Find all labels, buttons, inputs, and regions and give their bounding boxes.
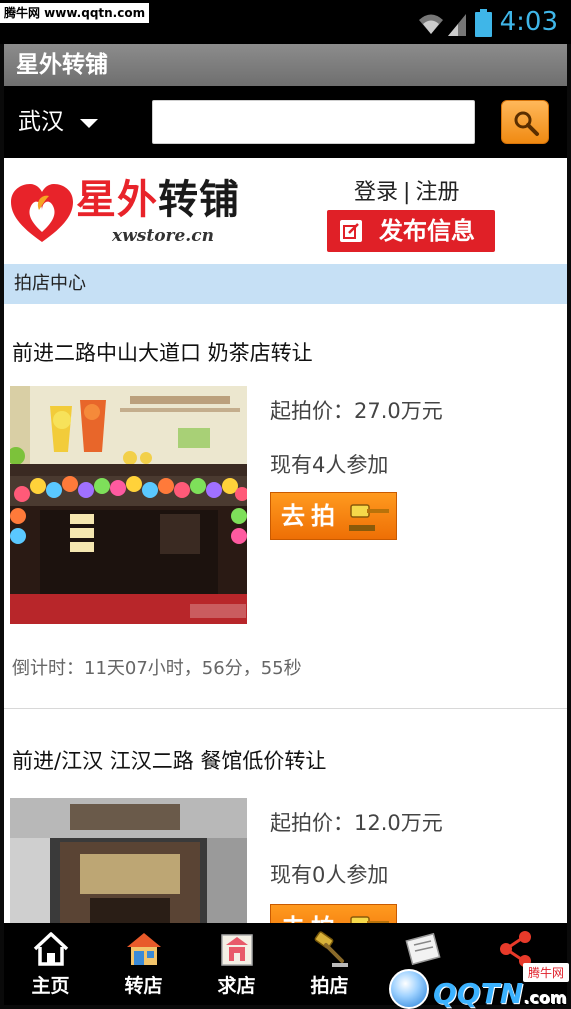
- watermark-brand-name: QQTN: [433, 977, 524, 1009]
- listing-participants: 现有4人参加: [270, 453, 389, 477]
- register-link[interactable]: 注册: [415, 180, 459, 205]
- wifi-icon: [419, 14, 443, 34]
- brand-header: 星外转铺 xwstore.cn 登录 | 注册 发布信息: [4, 158, 567, 264]
- watermark-suffix: .com: [523, 988, 567, 1007]
- listing-image[interactable]: [10, 798, 247, 923]
- nav-item-seek[interactable]: 求店: [190, 923, 283, 1005]
- main-content: 星外转铺 xwstore.cn 登录 | 注册 发布信息 拍店中心 前进二路中山大道…: [4, 158, 567, 923]
- watermark-bottom: 腾牛网 QQTN.com: [389, 963, 569, 1009]
- gavel-icon: [350, 916, 389, 923]
- bid-label: 去拍: [281, 911, 341, 923]
- listing-item[interactable]: 前进二路中山大道口 奶茶店转让 起拍价：27.0万元 现有4人参加 去拍 倒计时…: [4, 304, 567, 709]
- edit-icon: [340, 220, 362, 242]
- auth-links: 登录 | 注册: [354, 178, 459, 208]
- app-title: 星外转铺: [16, 52, 108, 78]
- watermark-brand: QQTN.com: [433, 979, 566, 1009]
- listing-price: 起拍价：27.0万元: [270, 399, 443, 423]
- dropdown-arrow-icon[interactable]: [80, 119, 98, 128]
- search-input[interactable]: [152, 100, 475, 144]
- listing-price: 起拍价：12.0万元: [270, 811, 443, 835]
- logo-name-dark: 转铺: [158, 177, 240, 223]
- nav-label: 主页: [31, 975, 70, 997]
- signal-icon: [448, 14, 466, 36]
- globe-logo-icon: [389, 969, 429, 1009]
- nav-label: 转店: [124, 975, 163, 997]
- listing-item[interactable]: 前进/江汉 江汉二路 餐馆低价转让 起拍价：12.0万元 现有0人参加 去拍: [4, 710, 567, 923]
- watermark-top: 腾牛网 www.qqtn.com: [0, 3, 150, 23]
- login-link[interactable]: 登录: [354, 180, 398, 205]
- app-titlebar: 星外转铺: [4, 44, 567, 86]
- publish-label: 发布信息: [379, 217, 475, 245]
- listing-title[interactable]: 前进二路中山大道口 奶茶店转让: [12, 338, 313, 368]
- countdown-timer: 倒计时：11天07小时，56分，55秒: [12, 658, 302, 679]
- bid-button[interactable]: 去拍: [270, 492, 397, 540]
- search-button[interactable]: [501, 100, 549, 144]
- gavel-icon: [314, 931, 348, 967]
- logo-icon: [11, 184, 73, 242]
- battery-icon: [475, 9, 492, 37]
- logo-name-red: 星外: [76, 177, 158, 223]
- status-time: 4:03: [499, 7, 558, 37]
- nav-item-home[interactable]: 主页: [4, 923, 97, 1005]
- listing-participants: 现有0人参加: [270, 863, 389, 887]
- publish-button[interactable]: 发布信息: [327, 210, 495, 252]
- gavel-icon: [349, 504, 389, 531]
- section-header: 拍店中心: [4, 264, 567, 304]
- listing-title[interactable]: 前进/江汉 江汉二路 餐馆低价转让: [12, 746, 326, 776]
- logo-name: 星外转铺: [76, 176, 240, 224]
- shop-transfer-icon: [127, 933, 161, 965]
- home-icon: [33, 932, 69, 966]
- listing-image[interactable]: [10, 386, 247, 624]
- search-bar: 武汉: [4, 86, 567, 158]
- nav-item-transfer[interactable]: 转店: [97, 923, 190, 1005]
- search-icon: [514, 111, 539, 136]
- nav-label: 求店: [217, 975, 256, 997]
- section-title: 拍店中心: [14, 273, 86, 294]
- nav-label: 拍店: [310, 975, 349, 997]
- logo-url: xwstore.cn: [112, 226, 214, 246]
- auth-separator: |: [403, 180, 411, 205]
- city-selector[interactable]: 武汉: [18, 106, 64, 138]
- nav-item-auction[interactable]: 拍店: [283, 923, 376, 1005]
- screen: 腾牛网 www.qqtn.com 4:03 星外转铺 武汉 星外转铺 xwsto…: [0, 0, 571, 1009]
- bid-button[interactable]: 去拍: [270, 904, 397, 923]
- bid-label: 去拍: [281, 502, 341, 530]
- shop-search-icon: [221, 934, 253, 966]
- status-bar: 腾牛网 www.qqtn.com 4:03: [0, 0, 571, 44]
